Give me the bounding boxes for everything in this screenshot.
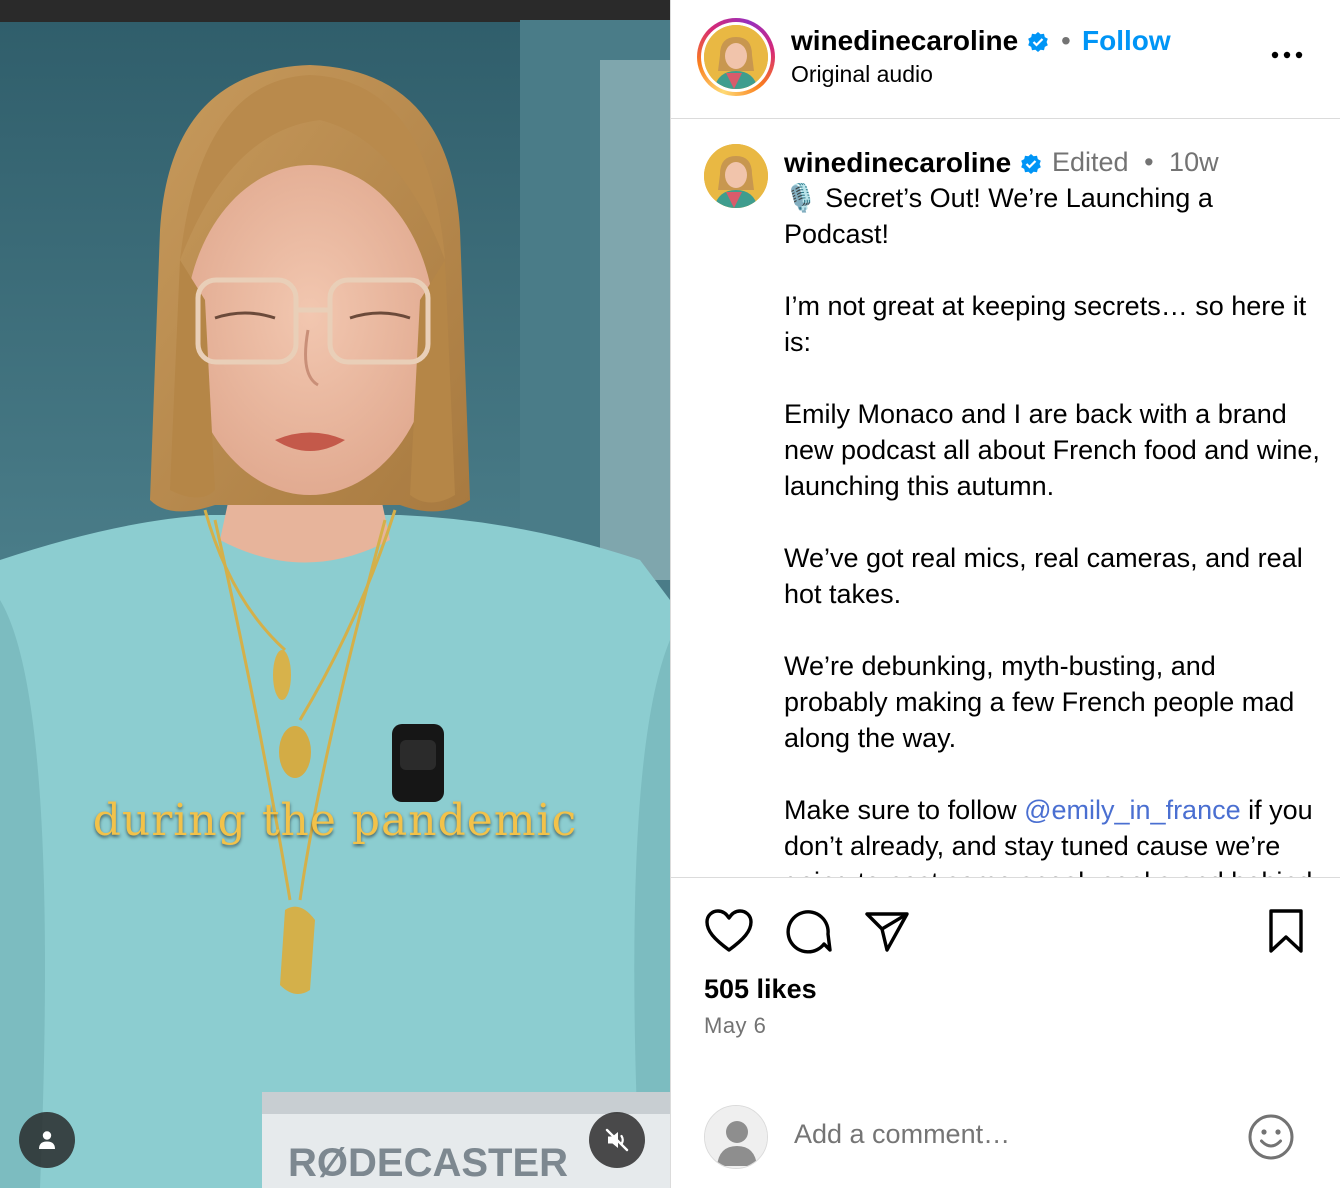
follow-button[interactable]: Follow	[1082, 25, 1171, 57]
like-button[interactable]	[704, 908, 754, 959]
verified-badge-icon	[1028, 31, 1048, 52]
comments-section[interactable]: winedinecaroline Edited • 10w 🎙️ Secret’…	[671, 120, 1340, 877]
caption-text-run: Make sure to follow	[784, 795, 1025, 825]
comment-button[interactable]	[784, 908, 832, 959]
caption-paragraph: Make sure to follow @emily_in_france if …	[784, 792, 1324, 877]
header-username[interactable]: winedinecaroline	[791, 25, 1050, 57]
current-user-avatar	[704, 1105, 768, 1169]
save-button[interactable]	[1265, 908, 1307, 959]
caption-paragraph: We’re debunking, myth-busting, and proba…	[784, 651, 1295, 753]
meta-separator: •	[1144, 147, 1154, 177]
comment-input[interactable]	[794, 1119, 1214, 1150]
comment-icon	[786, 910, 832, 954]
reel-video[interactable]: RØDECASTER during the pandemic	[0, 0, 670, 1188]
header-separator: •	[1061, 25, 1071, 56]
smiley-icon	[1248, 1114, 1294, 1160]
tagged-users-button[interactable]	[19, 1112, 75, 1168]
mention-link[interactable]: @emily_in_france	[1024, 795, 1241, 825]
more-options-button[interactable]	[1269, 40, 1309, 70]
caption-username-text[interactable]: winedinecaroline	[784, 147, 1011, 178]
post-date[interactable]: May 6	[704, 1013, 766, 1039]
edited-label: Edited	[1052, 147, 1129, 177]
box-label: RØDECASTER	[288, 1141, 568, 1185]
caption-paragraph: We’ve got real mics, real cameras, and r…	[784, 543, 1303, 609]
verified-badge-icon	[1021, 153, 1041, 174]
caption-title: 🎙️ Secret’s Out! We’re Launching a Podca…	[784, 180, 1324, 252]
caption-meta: Edited • 10w	[1052, 147, 1219, 178]
video-frame-image: RØDECASTER	[0, 0, 670, 1188]
caption-paragraph: I’m not great at keeping secrets… so her…	[784, 291, 1307, 357]
video-caption-overlay: during the pandemic	[0, 795, 670, 846]
post-panel: winedinecaroline • Follow Original audio	[670, 0, 1340, 1188]
caption-title-text: Secret’s Out! We’re Launching a Podcast!	[784, 183, 1213, 249]
caption-paragraph: Emily Monaco and I are back with a brand…	[784, 399, 1320, 501]
original-audio-link[interactable]: Original audio	[791, 61, 933, 88]
share-button[interactable]	[863, 908, 911, 959]
more-horizontal-icon	[1271, 51, 1303, 59]
caption-avatar[interactable]	[704, 144, 768, 208]
video-caption-text: during the pandemic	[92, 795, 578, 846]
avatar[interactable]	[704, 25, 768, 89]
microphone-emoji: 🎙️	[784, 183, 818, 213]
caption-text: 🎙️ Secret’s Out! We’re Launching a Podca…	[784, 180, 1324, 877]
add-comment-bar	[671, 1085, 1340, 1189]
heart-icon	[705, 909, 753, 952]
post-actions: 505 likes May 6	[671, 877, 1340, 1189]
post-header: winedinecaroline • Follow Original audio	[671, 0, 1340, 119]
username-text[interactable]: winedinecaroline	[791, 25, 1018, 56]
speaker-muted-icon	[605, 1128, 629, 1152]
caption-username[interactable]: winedinecaroline	[784, 147, 1043, 179]
mute-toggle-button[interactable]	[589, 1112, 645, 1168]
bookmark-icon	[1269, 909, 1303, 953]
post-age[interactable]: 10w	[1169, 147, 1219, 177]
send-icon	[865, 912, 909, 952]
user-tag-icon	[39, 1131, 55, 1149]
emoji-picker-button[interactable]	[1247, 1113, 1295, 1166]
likes-count[interactable]: 505 likes	[704, 974, 817, 1005]
